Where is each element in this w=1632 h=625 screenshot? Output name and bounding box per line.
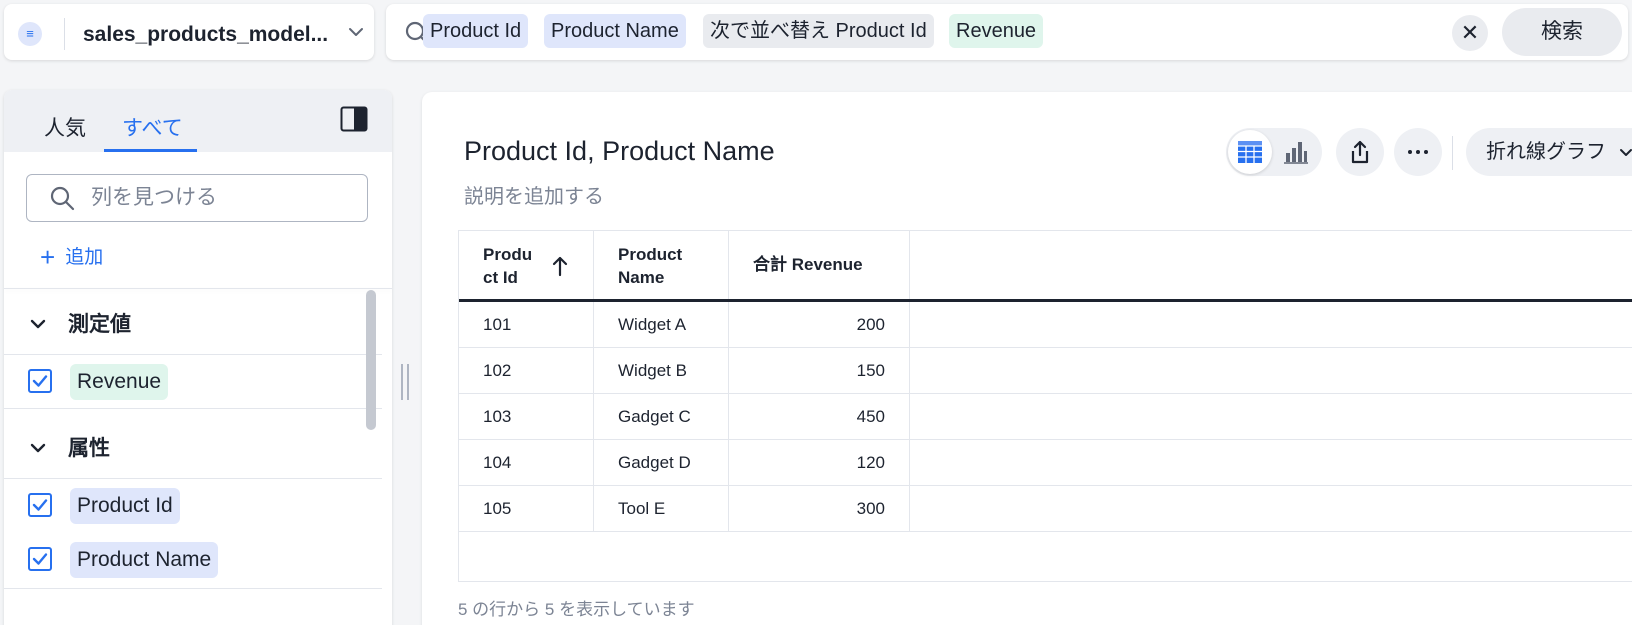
section-measures[interactable]: 測定値 — [28, 308, 131, 338]
column-header-product-name[interactable]: Product Name — [594, 231, 729, 299]
search-token-revenue[interactable]: Revenue — [949, 14, 1044, 48]
sort-ascending-icon[interactable] — [551, 255, 569, 277]
row-divider — [4, 478, 382, 479]
column-chip: Product Name — [70, 542, 219, 578]
check-icon — [32, 553, 48, 565]
header-text: ct Id — [483, 268, 518, 287]
header-text: Product — [618, 245, 683, 264]
table-row[interactable]: 101 Widget A 200 — [459, 302, 1632, 348]
tab-all[interactable]: すべて — [122, 112, 183, 142]
add-column-button[interactable]: + 追加 — [40, 242, 103, 273]
section-attributes[interactable]: 属性 — [28, 432, 110, 462]
table-view-button[interactable] — [1228, 130, 1272, 174]
section-title: 属性 — [68, 437, 110, 460]
chart-view-button[interactable] — [1274, 130, 1318, 174]
panel-divider — [4, 288, 392, 289]
row-divider — [4, 354, 382, 355]
column-chip: Revenue — [70, 364, 169, 400]
bar-chart-icon — [1284, 142, 1308, 164]
model-selector[interactable]: ≡ sales_products_model... — [4, 4, 374, 60]
cell-product-id: 102 — [459, 348, 594, 394]
table-row[interactable]: 102 Widget B 150 — [459, 348, 1632, 394]
share-button[interactable] — [1336, 128, 1384, 176]
row-count-status: 5 の行から 5 を表示しています — [458, 600, 695, 619]
search-bar[interactable]: Product Id Product Name 次で並べ替え Product I… — [386, 4, 1628, 60]
header-divider — [1452, 136, 1453, 170]
collapse-panel-icon[interactable] — [340, 106, 368, 132]
cell-product-id: 103 — [459, 394, 594, 440]
top-bar: ≡ sales_products_model... Product Id Pro… — [0, 0, 1632, 62]
add-label: 追加 — [65, 247, 104, 268]
search-token-product-id[interactable]: Product Id — [423, 14, 529, 48]
header-text: Name — [618, 268, 665, 287]
resize-handle[interactable] — [398, 362, 412, 402]
model-menu-icon[interactable]: ≡ — [18, 22, 42, 46]
search-icon — [50, 186, 75, 211]
check-icon — [32, 375, 48, 387]
cell-revenue: 300 — [729, 486, 910, 532]
find-column-field[interactable] — [26, 174, 368, 222]
answer-card: Product Id, Product Name 説明を追加する 折れ線グラフ … — [422, 92, 1632, 625]
plus-icon: + — [40, 242, 56, 272]
chevron-down-icon — [1619, 149, 1632, 156]
cell-revenue: 150 — [729, 348, 910, 394]
section-title: 測定値 — [68, 313, 131, 336]
clear-search-button[interactable]: ✕ — [1452, 15, 1488, 51]
share-icon — [1351, 140, 1369, 164]
column-header-product-id[interactable]: Produ ct Id — [459, 231, 594, 299]
search-token-product-name[interactable]: Product Name — [544, 14, 686, 48]
cell-product-id: 101 — [459, 302, 594, 348]
model-divider — [64, 18, 65, 50]
tab-popular[interactable]: 人気 — [44, 112, 86, 142]
chevron-down-icon[interactable] — [346, 22, 366, 42]
panel-scrollbar[interactable] — [366, 290, 376, 430]
cell-revenue: 120 — [729, 440, 910, 486]
more-icon — [1408, 150, 1428, 154]
table-icon — [1238, 141, 1262, 163]
checkbox-revenue[interactable] — [28, 369, 52, 393]
panel-tabs: 人気 すべて — [4, 90, 392, 152]
results-table: Produ ct Id Product Name 合計 Revenue 101 … — [458, 230, 1632, 582]
search-token-sort[interactable]: 次で並べ替え Product Id — [703, 14, 934, 48]
column-chip: Product Id — [70, 488, 180, 524]
header-text: 合計 Revenue — [753, 255, 863, 274]
column-header-revenue[interactable]: 合計 Revenue — [729, 231, 910, 299]
view-toggle — [1226, 128, 1322, 176]
search-button[interactable]: 検索 — [1502, 8, 1622, 56]
cell-product-name: Tool E — [594, 486, 729, 532]
header-text: Produ — [483, 245, 533, 264]
check-icon — [32, 499, 48, 511]
page-title[interactable]: Product Id, Product Name — [464, 136, 775, 167]
data-panel: 人気 すべて + 追加 測定値 Revenue 属性 — [4, 90, 392, 625]
cell-revenue: 200 — [729, 302, 910, 348]
checkbox-product-id[interactable] — [28, 493, 52, 517]
row-divider — [4, 588, 382, 589]
table-row[interactable]: 105 Tool E 300 — [459, 486, 1632, 532]
more-options-button[interactable] — [1394, 128, 1442, 176]
cell-product-name: Gadget C — [594, 394, 729, 440]
cell-product-name: Widget A — [594, 302, 729, 348]
row-divider — [4, 408, 382, 409]
active-tab-indicator — [104, 149, 197, 152]
chart-type-dropdown[interactable]: 折れ線グラフ — [1466, 128, 1632, 176]
chart-type-label: 折れ線グラフ — [1486, 141, 1606, 163]
find-column-input[interactable] — [91, 183, 351, 213]
chevron-down-icon — [30, 443, 46, 453]
cell-revenue: 450 — [729, 394, 910, 440]
cell-product-name: Gadget D — [594, 440, 729, 486]
table-row[interactable]: 104 Gadget D 120 — [459, 440, 1632, 486]
cell-product-id: 105 — [459, 486, 594, 532]
checkbox-product-name[interactable] — [28, 547, 52, 571]
cell-product-id: 104 — [459, 440, 594, 486]
model-name[interactable]: sales_products_model... — [83, 23, 328, 47]
cell-product-name: Widget B — [594, 348, 729, 394]
chevron-down-icon — [30, 319, 46, 329]
description-field[interactable]: 説明を追加する — [464, 180, 604, 209]
table-row[interactable]: 103 Gadget C 450 — [459, 394, 1632, 440]
